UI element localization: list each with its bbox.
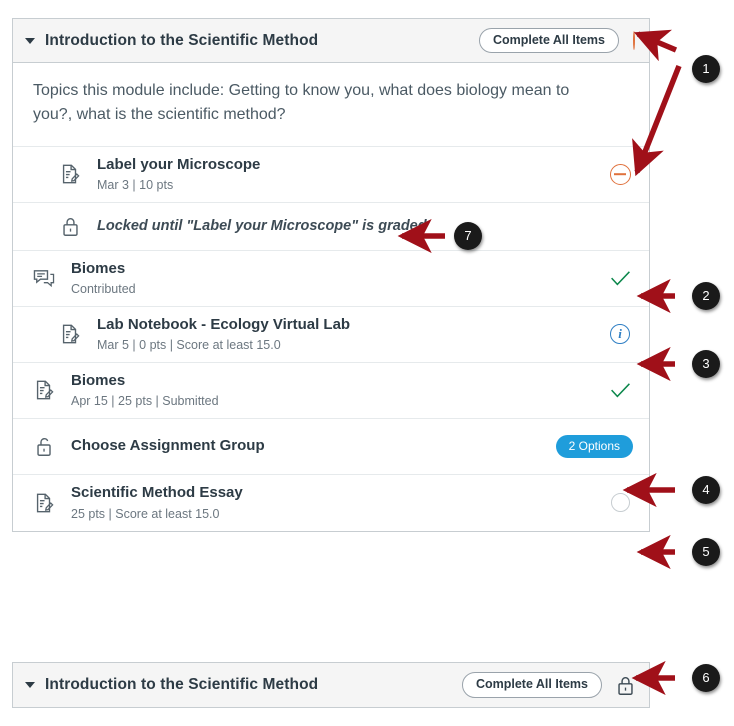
module-card-bottom: Introduction to the Scientific Method Co… xyxy=(12,662,650,708)
module-header-bottom[interactable]: Introduction to the Scientific Method Co… xyxy=(13,663,649,707)
module-item-title[interactable]: Scientific Method Essay xyxy=(71,483,595,503)
module-item-row[interactable]: Scientific Method Essay 25 pts | Score a… xyxy=(13,475,649,531)
module-item-status[interactable] xyxy=(607,163,633,185)
module-title: Introduction to the Scientific Method xyxy=(45,31,319,49)
module-item-text: Scientific Method Essay 25 pts | Score a… xyxy=(71,483,595,522)
callout-badge-6: 6 xyxy=(692,664,720,692)
assignment-icon xyxy=(57,161,83,187)
module-item-text: Choose Assignment Group xyxy=(71,436,544,456)
unlock-icon xyxy=(31,433,57,459)
screenshot-stage: Introduction to the Scientific Method Co… xyxy=(0,0,734,726)
module-item-subtitle: 25 pts | Score at least 15.0 xyxy=(71,506,220,521)
module-item-text: Locked until "Label your Microscope" is … xyxy=(97,217,595,236)
module-item-status[interactable]: i xyxy=(607,324,633,345)
caret-down-icon[interactable] xyxy=(25,37,35,44)
module-item-title[interactable]: Biomes xyxy=(71,259,595,279)
callout-badge-4: 4 xyxy=(692,476,720,504)
module-item-status[interactable]: 2 Options xyxy=(555,434,633,458)
lock-icon xyxy=(57,213,83,239)
module-item-title[interactable]: Label your Microscope xyxy=(97,155,595,175)
module-item-status[interactable] xyxy=(607,493,633,513)
module-item-row[interactable]: Lab Notebook - Ecology Virtual Lab Mar 5… xyxy=(13,307,649,363)
module-item-text: Label your Microscope Mar 3 | 10 pts xyxy=(97,155,595,194)
assignment-icon xyxy=(31,377,57,403)
minus-circle-icon[interactable] xyxy=(609,163,631,185)
module-item-title[interactable]: Biomes xyxy=(71,371,595,391)
module-item-status[interactable] xyxy=(607,382,633,399)
assignment-icon xyxy=(57,321,83,347)
check-icon[interactable] xyxy=(610,382,631,399)
info-icon[interactable]: i xyxy=(610,324,630,345)
complete-all-items-button[interactable]: Complete All Items xyxy=(461,672,602,698)
lock-icon[interactable] xyxy=(616,675,635,696)
module-item-title[interactable]: Choose Assignment Group xyxy=(71,436,544,456)
complete-all-items-button[interactable]: Complete All Items xyxy=(478,27,619,54)
module-item-status[interactable] xyxy=(607,270,633,287)
module-item-text: Biomes Apr 15 | 25 pts | Submitted xyxy=(71,371,595,410)
module-item-text: Biomes Contributed xyxy=(71,259,595,298)
options-pill-button[interactable]: 2 Options xyxy=(555,434,633,458)
callout-badge-1: 1 xyxy=(692,55,720,83)
module-status-minus-circle-icon[interactable] xyxy=(633,30,635,50)
module-card-top: Introduction to the Scientific Method Co… xyxy=(12,18,650,532)
module-description: Topics this module include: Getting to k… xyxy=(13,63,649,147)
callout-badge-3: 3 xyxy=(692,350,720,378)
callout-badge-2: 2 xyxy=(692,282,720,310)
caret-down-icon[interactable] xyxy=(25,682,35,688)
module-item-row[interactable]: Choose Assignment Group 2 Options xyxy=(13,419,649,475)
module-item-row[interactable]: Biomes Apr 15 | 25 pts | Submitted xyxy=(13,363,649,419)
discussion-icon xyxy=(31,265,57,291)
empty-circle-icon[interactable] xyxy=(610,493,630,513)
module-item-locked-row: Locked until "Label your Microscope" is … xyxy=(13,203,649,251)
module-title: Introduction to the Scientific Method xyxy=(45,676,319,693)
module-item-subtitle: Mar 5 | 0 pts | Score at least 15.0 xyxy=(97,338,281,353)
module-item-subtitle: Apr 15 | 25 pts | Submitted xyxy=(71,394,219,409)
callout-badge-7: 7 xyxy=(454,222,482,250)
module-header-top[interactable]: Introduction to the Scientific Method Co… xyxy=(13,19,649,63)
module-description-text: Topics this module include: Getting to k… xyxy=(33,82,570,124)
check-icon[interactable] xyxy=(610,270,631,287)
callout-badge-5: 5 xyxy=(692,538,720,566)
module-item-row[interactable]: Label your Microscope Mar 3 | 10 pts xyxy=(13,147,649,203)
locked-until-message: Locked until "Label your Microscope" is … xyxy=(97,217,427,234)
assignment-icon xyxy=(31,490,57,516)
module-item-subtitle: Mar 3 | 10 pts xyxy=(97,178,174,193)
module-item-text: Lab Notebook - Ecology Virtual Lab Mar 5… xyxy=(97,315,595,354)
module-item-subtitle: Contributed xyxy=(71,282,136,297)
module-item-row[interactable]: Biomes Contributed xyxy=(13,251,649,307)
module-item-title[interactable]: Lab Notebook - Ecology Virtual Lab xyxy=(97,315,595,335)
